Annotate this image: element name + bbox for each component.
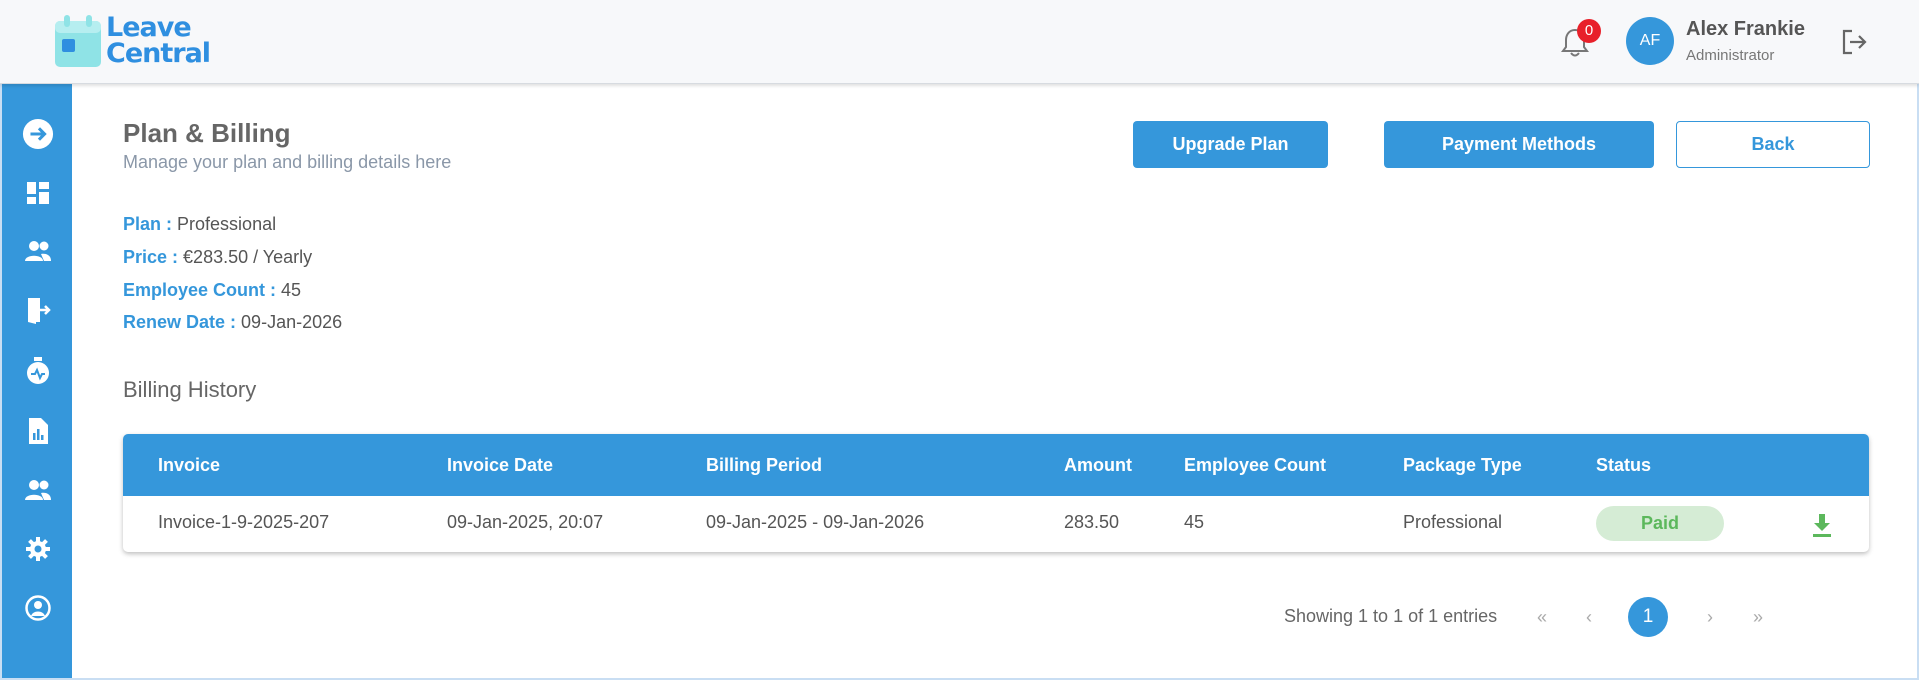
leave-door-icon[interactable] <box>22 294 54 326</box>
column-header-amount[interactable]: Amount <box>1064 455 1132 476</box>
price-value: €283.50 / Yearly <box>183 247 313 267</box>
page-1-button[interactable]: 1 <box>1628 597 1668 637</box>
stopwatch-icon[interactable] <box>22 355 54 387</box>
window-frame <box>0 0 1919 680</box>
package-type-cell: Professional <box>1403 512 1503 532</box>
next-page-button[interactable]: › <box>1690 597 1730 637</box>
price-label: Price : <box>123 247 179 267</box>
dashboard-icon[interactable] <box>22 177 54 209</box>
column-header-billing-period[interactable]: Billing Period <box>706 455 822 476</box>
calendar-logo-icon <box>55 15 101 67</box>
page-title: Plan & Billing <box>123 118 291 148</box>
top-header: Leave Central 0 AF Alex Frankie Administ… <box>0 0 1919 84</box>
previous-page-button[interactable]: ‹ <box>1569 597 1609 637</box>
column-header-package-type[interactable]: Package Type <box>1403 455 1522 476</box>
column-header-invoice-date[interactable]: Invoice Date <box>447 455 553 476</box>
page-subtitle: Manage your plan and billing details her… <box>123 152 452 172</box>
renew-date-row: Renew Date : 09-Jan-2026 <box>123 312 342 333</box>
sidebar <box>2 84 72 678</box>
billing-period-cell: 09-Jan-2025 - 09-Jan-2026 <box>706 512 925 532</box>
profile-icon[interactable] <box>22 592 54 624</box>
team-icon[interactable] <box>22 474 54 506</box>
plan-value: Professional <box>177 214 277 234</box>
users-icon[interactable] <box>22 235 54 267</box>
last-page-button[interactable]: » <box>1738 597 1778 637</box>
app-logo[interactable]: Leave Central <box>55 12 211 69</box>
status-badge: Paid <box>1596 506 1724 541</box>
column-header-invoice[interactable]: Invoice <box>158 455 220 476</box>
table-header: Invoice Invoice Date Billing Period Amou… <box>123 434 1869 496</box>
plan-label: Plan : <box>123 214 173 234</box>
first-page-button[interactable]: « <box>1522 597 1562 637</box>
billing-history-table: Invoice Invoice Date Billing Period Amou… <box>123 434 1869 552</box>
amount-cell: 283.50 <box>1064 512 1120 532</box>
pagination-summary: Showing 1 to 1 of 1 entries <box>1284 606 1498 626</box>
employee-count-label: Employee Count : <box>123 280 277 300</box>
logo-text: Leave Central <box>106 12 211 69</box>
payment-methods-button[interactable]: Payment Methods <box>1384 121 1654 168</box>
billing-history-title: Billing History <box>123 377 257 402</box>
notification-count-badge: 0 <box>1577 19 1601 43</box>
invoice-cell: Invoice-1-9-2025-207 <box>158 512 330 532</box>
employee-count-row: Employee Count : 45 <box>123 280 301 301</box>
back-button[interactable]: Back <box>1676 121 1870 168</box>
employee-count-value: 45 <box>281 280 302 300</box>
avatar[interactable]: AF <box>1626 17 1674 65</box>
user-role: Administrator <box>1686 47 1775 64</box>
renew-date-label: Renew Date : <box>123 312 237 332</box>
upgrade-plan-button[interactable]: Upgrade Plan <box>1133 121 1328 168</box>
download-icon[interactable] <box>1810 512 1834 538</box>
gear-icon[interactable] <box>22 533 54 565</box>
logout-icon[interactable] <box>1840 28 1868 56</box>
renew-date-value: 09-Jan-2026 <box>241 312 343 332</box>
column-header-status[interactable]: Status <box>1596 455 1651 476</box>
arrow-right-circle-icon[interactable] <box>22 118 54 150</box>
column-header-employee-count[interactable]: Employee Count <box>1184 455 1326 476</box>
user-name: Alex Frankie <box>1686 18 1805 40</box>
plan-row: Plan : Professional <box>123 214 276 235</box>
price-row: Price : €283.50 / Yearly <box>123 247 312 268</box>
employee-count-cell: 45 <box>1184 512 1205 532</box>
report-icon[interactable] <box>22 415 54 447</box>
invoice-date-cell: 09-Jan-2025, 20:07 <box>447 512 604 532</box>
